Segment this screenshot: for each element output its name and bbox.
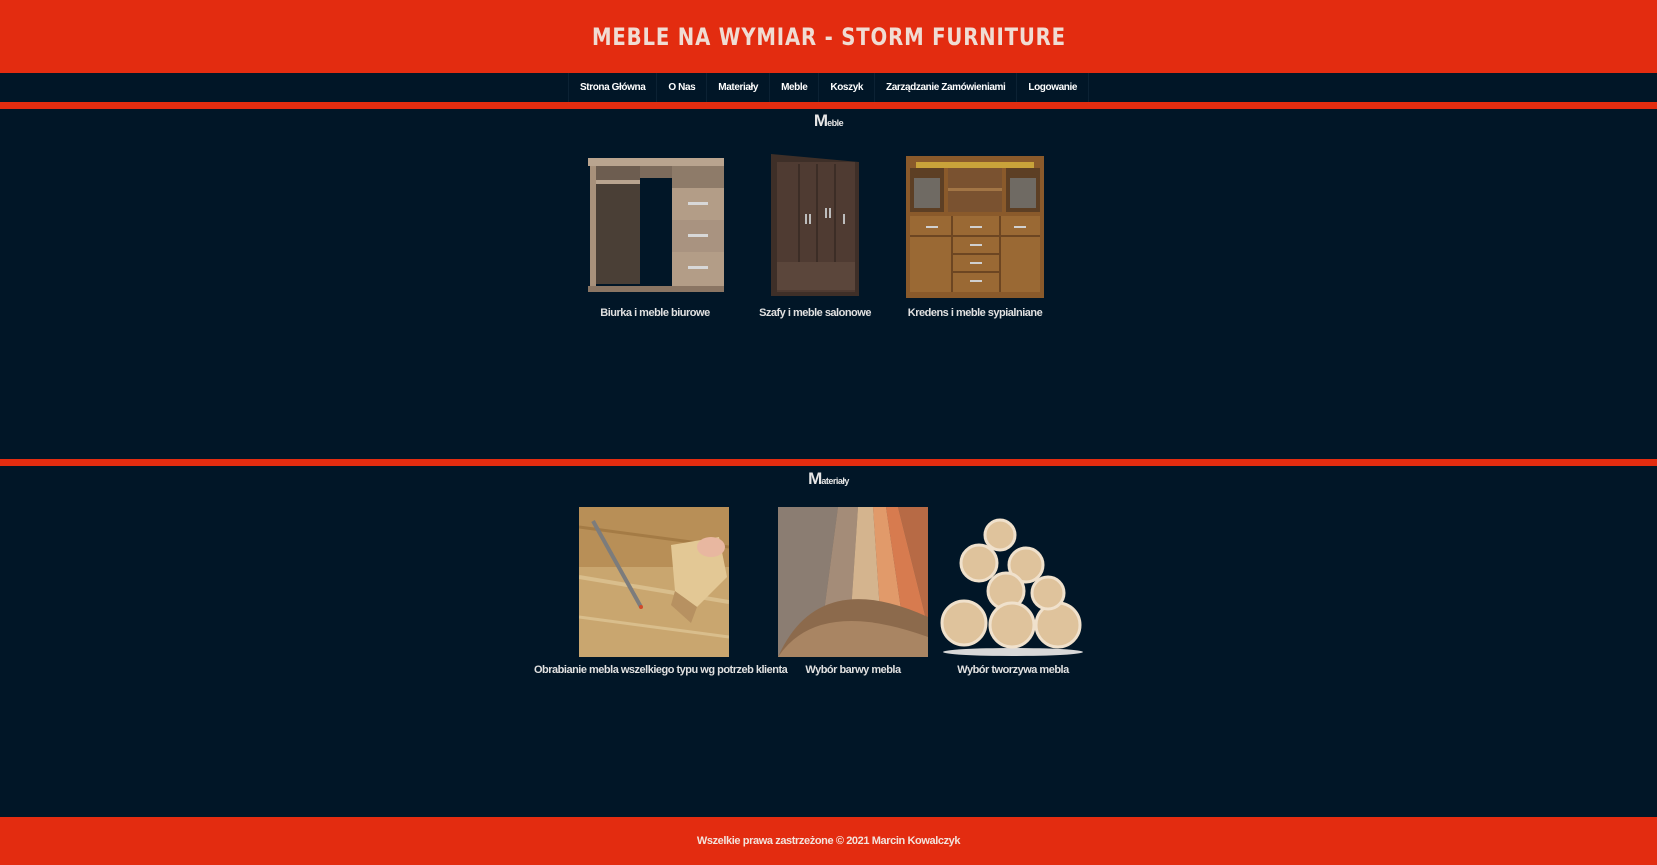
card-label: Wybór tworzywa mebla xyxy=(957,664,1069,676)
nav-item-furniture[interactable]: Meble xyxy=(769,73,818,102)
card-woodworking[interactable]: Obrabianie mebla wszelkiego typu wg potr… xyxy=(534,507,788,682)
color-samples-image xyxy=(778,507,928,657)
card-color-choice[interactable]: Wybór barwy mebla xyxy=(778,507,928,682)
desk-image xyxy=(588,158,724,292)
logs-image xyxy=(940,518,1083,656)
divider-bar-middle xyxy=(0,459,1657,466)
section-title-materialy: Materiały xyxy=(808,469,849,488)
divider-bar-top xyxy=(0,102,1657,109)
card-label: Wybór barwy mebla xyxy=(805,664,901,676)
card-desks[interactable]: Biurka i meble biurowe xyxy=(578,150,732,325)
site-title: MEBLE NA WYMIAR - STORM FURNITURE xyxy=(591,22,1066,51)
card-wardrobes[interactable]: Szafy i meble salonowe xyxy=(738,150,892,325)
card-label: Biurka i meble biurowe xyxy=(600,307,710,319)
card-label: Szafy i meble salonowe xyxy=(759,307,871,319)
site-header: MEBLE NA WYMIAR - STORM FURNITURE xyxy=(0,0,1657,73)
nav-item-materials[interactable]: Materiały xyxy=(706,73,769,102)
nav-item-login[interactable]: Logowanie xyxy=(1016,73,1089,102)
site-footer: Wszelkie prawa zastrzeżone © 2021 Marcin… xyxy=(0,817,1657,865)
copyright-text: Wszelkie prawa zastrzeżone © 2021 Marcin… xyxy=(696,835,961,847)
main-nav: Strona Główna O Nas Materiały Meble Kosz… xyxy=(0,73,1657,102)
section-title-meble: Meble xyxy=(813,111,844,130)
nav-item-cart[interactable]: Koszyk xyxy=(818,73,874,102)
nav-item-home[interactable]: Strona Główna xyxy=(568,73,656,102)
sideboard-image xyxy=(906,156,1044,298)
nav-item-orders[interactable]: Zarządzanie Zamówieniami xyxy=(874,73,1016,102)
card-label: Obrabianie mebla wszelkiego typu wg potr… xyxy=(534,664,788,676)
card-material-choice[interactable]: Wybór tworzywa mebla xyxy=(938,507,1088,682)
nav-item-about[interactable]: O Nas xyxy=(656,73,706,102)
card-sideboards[interactable]: Kredens i meble sypialniane xyxy=(898,150,1052,325)
woodworking-image xyxy=(579,507,729,657)
wardrobe-image xyxy=(771,154,859,296)
card-label: Kredens i meble sypialniane xyxy=(907,307,1043,319)
